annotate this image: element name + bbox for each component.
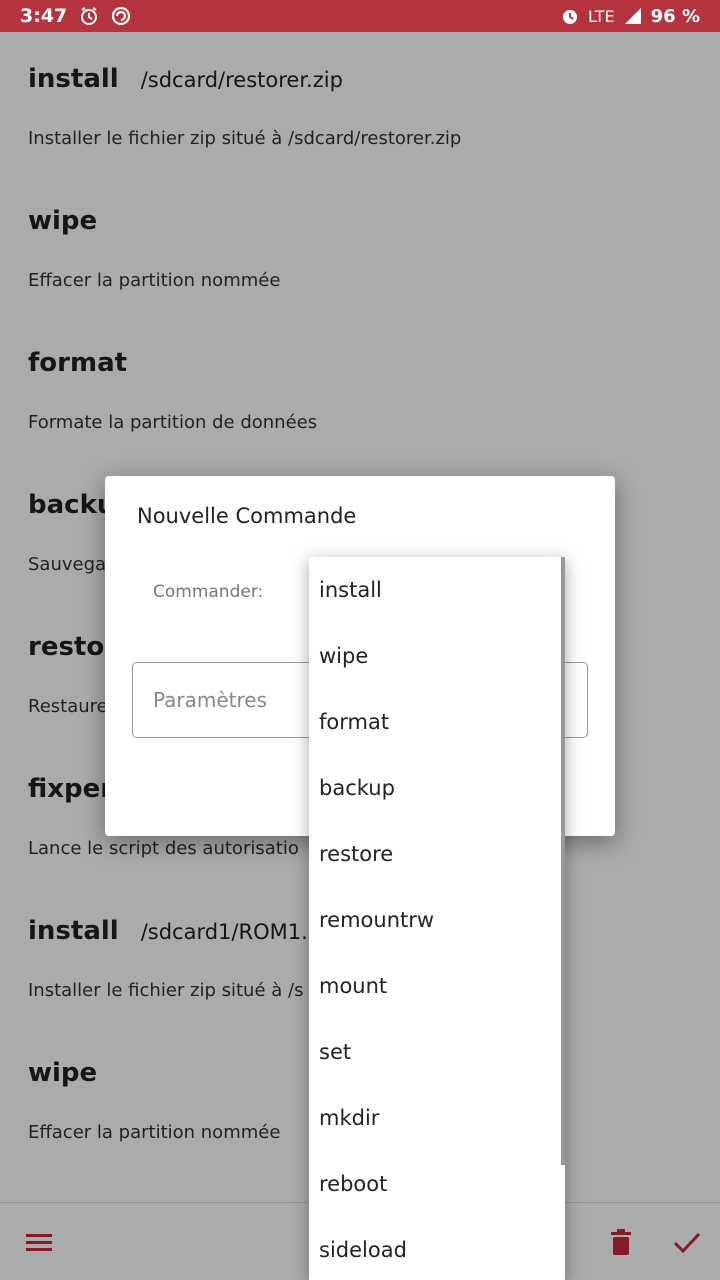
status-time: 3:47 bbox=[20, 5, 68, 27]
dropdown-option-sideload[interactable]: sideload bbox=[309, 1217, 565, 1280]
dropdown-option-mkdir[interactable]: mkdir bbox=[309, 1085, 565, 1151]
dialog-title: Nouvelle Commande bbox=[137, 504, 357, 528]
dropdown-option-format[interactable]: format bbox=[309, 689, 565, 755]
dropdown-scrollbar[interactable] bbox=[561, 557, 565, 1165]
dropdown-option-wipe[interactable]: wipe bbox=[309, 623, 565, 689]
signal-icon bbox=[624, 8, 641, 24]
dropdown-option-remountrw[interactable]: remountrw bbox=[309, 887, 565, 953]
battery-level: 96 % bbox=[650, 5, 700, 27]
network-type: LTE bbox=[588, 6, 615, 26]
command-label: Commander: bbox=[153, 582, 264, 602]
alarm-icon bbox=[81, 7, 98, 25]
dropdown-option-restore[interactable]: restore bbox=[309, 821, 565, 887]
status-bar: 3:47 LTE 96 % bbox=[0, 0, 720, 32]
dropdown-option-reboot[interactable]: reboot bbox=[309, 1151, 565, 1217]
alarm-icon bbox=[563, 10, 578, 24]
dropdown-option-set[interactable]: set bbox=[309, 1019, 565, 1085]
dropdown-option-backup[interactable]: backup bbox=[309, 755, 565, 821]
dropdown-option-mount[interactable]: mount bbox=[309, 953, 565, 1019]
dropdown-option-install[interactable]: install bbox=[309, 557, 565, 623]
app-notification-icon bbox=[112, 6, 131, 26]
command-dropdown[interactable]: install wipe format backup restore remou… bbox=[309, 557, 565, 1280]
